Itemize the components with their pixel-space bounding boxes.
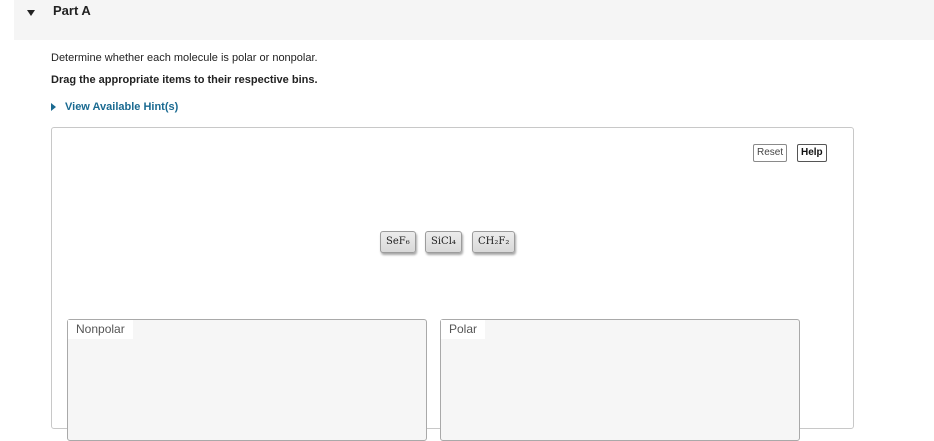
caret-down-icon[interactable] <box>27 10 35 16</box>
drag-instruction: Drag the appropriate items to their resp… <box>51 74 318 86</box>
part-title: Part A <box>53 3 91 18</box>
help-button[interactable]: Help <box>797 144 827 162</box>
caret-right-icon <box>51 103 56 111</box>
reset-button[interactable]: Reset <box>753 144 788 162</box>
nonpolar-bin-label: Nonpolar <box>68 320 133 339</box>
question-instruction: Determine whether each molecule is polar… <box>51 52 318 64</box>
drag-drop-workspace: Reset Help SeF₆ SiCl₄ CH₂F₂ Nonpolar Pol… <box>51 127 854 441</box>
view-hints-label[interactable]: View Available Hint(s) <box>65 101 178 113</box>
draggable-item-sicl4[interactable]: SiCl₄ <box>425 231 462 253</box>
part-a-header[interactable]: Part A <box>14 0 934 40</box>
polar-bin-label: Polar <box>441 320 486 339</box>
nonpolar-bin[interactable]: Nonpolar <box>67 319 427 441</box>
draggable-item-ch2f2[interactable]: CH₂F₂ <box>472 231 516 253</box>
polar-bin[interactable]: Polar <box>440 319 800 441</box>
draggable-item-sef6[interactable]: SeF₆ <box>380 231 416 253</box>
